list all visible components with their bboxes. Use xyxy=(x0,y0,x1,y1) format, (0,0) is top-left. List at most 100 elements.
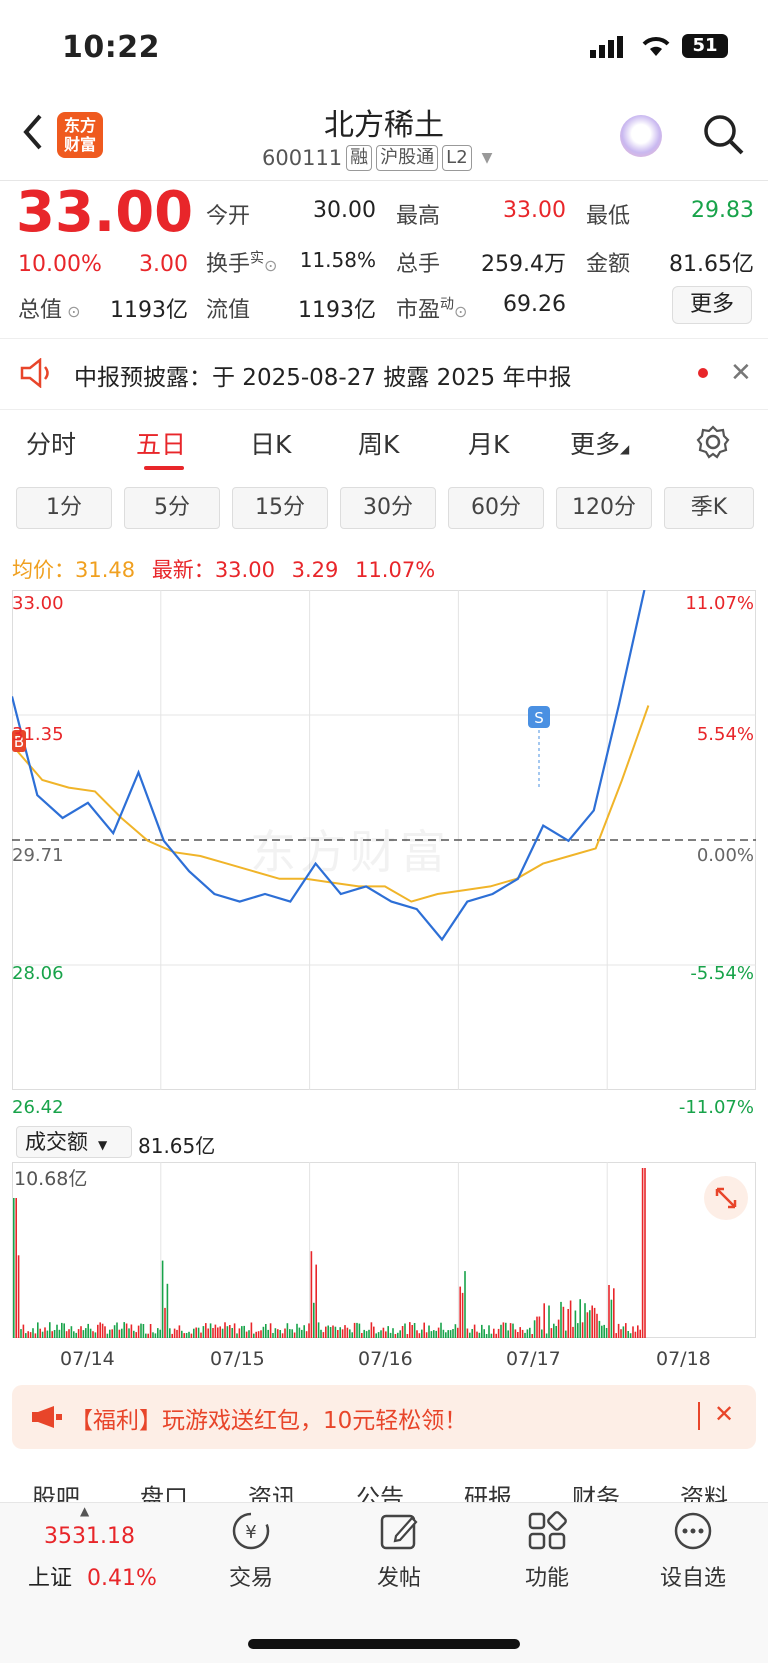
interval-15min[interactable]: 15分 xyxy=(232,487,328,529)
volume-bar xyxy=(577,1323,579,1338)
volume-bar xyxy=(99,1322,101,1338)
interval-120min[interactable]: 120分 xyxy=(556,487,652,529)
pct-axis-lower: -5.54% xyxy=(690,963,754,984)
volume-bar xyxy=(34,1333,37,1338)
volume-bar xyxy=(243,1325,245,1338)
volume-bar xyxy=(245,1331,248,1338)
volume-bar xyxy=(248,1330,250,1338)
volume-bar xyxy=(617,1323,620,1338)
volume-bar xyxy=(485,1334,488,1338)
watchlist-icon[interactable] xyxy=(672,1510,714,1556)
date-label-0715: 07/15 xyxy=(210,1348,265,1370)
tab-more[interactable]: 更多◢ xyxy=(570,425,629,461)
interval-1min[interactable]: 1分 xyxy=(16,487,112,529)
volume-bar xyxy=(416,1330,418,1338)
volume-bar xyxy=(332,1325,334,1338)
volume-bar xyxy=(327,1325,329,1338)
interval-quarter-k[interactable]: 季K xyxy=(664,487,754,529)
apps-icon[interactable] xyxy=(526,1510,568,1556)
volume-bar xyxy=(80,1326,82,1338)
volume-bar xyxy=(116,1322,118,1338)
notice-close-icon[interactable]: ✕ xyxy=(730,358,752,388)
volume-bar xyxy=(569,1300,572,1338)
volume-bar xyxy=(389,1332,392,1338)
interval-60min[interactable]: 60分 xyxy=(448,487,544,529)
interval-5min[interactable]: 5分 xyxy=(124,487,220,529)
volume-bar xyxy=(233,1323,236,1338)
notice-dot xyxy=(698,368,708,378)
volume-bar xyxy=(495,1333,497,1338)
dropdown-icon[interactable]: ▼ xyxy=(482,150,493,166)
robot-avatar-icon[interactable] xyxy=(620,115,662,157)
nav-add-watchlist[interactable]: 设自选 xyxy=(648,1560,738,1592)
nav-functions[interactable]: 功能 xyxy=(502,1560,592,1592)
volume-bar xyxy=(154,1333,157,1338)
more-button[interactable]: 更多 xyxy=(672,286,752,324)
search-icon[interactable] xyxy=(702,113,746,161)
index-value[interactable]: 3531.18 xyxy=(44,1524,135,1549)
nav-trade[interactable]: 交易 xyxy=(206,1560,296,1592)
interval-30min[interactable]: 30分 xyxy=(340,487,436,529)
volume-bar xyxy=(610,1299,613,1338)
trade-icon[interactable]: ¥ xyxy=(230,1510,272,1556)
volume-bar xyxy=(622,1326,625,1338)
tab-intraday[interactable]: 分时 xyxy=(26,425,76,461)
nav-post[interactable]: 发帖 xyxy=(354,1560,444,1592)
volume-bar xyxy=(303,1325,305,1338)
volume-bar xyxy=(337,1330,339,1338)
volume-bar xyxy=(289,1329,291,1338)
volume-bar xyxy=(25,1333,27,1338)
volume-bar xyxy=(267,1329,269,1338)
volume-bar xyxy=(442,1329,445,1338)
index-widget[interactable]: 上证 0.41% xyxy=(28,1560,157,1592)
volume-bar xyxy=(142,1324,145,1338)
volume-bar xyxy=(27,1331,29,1338)
volume-chart[interactable] xyxy=(12,1162,756,1342)
volume-bar xyxy=(197,1327,200,1338)
volume-bar xyxy=(394,1334,397,1338)
volume-bar xyxy=(608,1285,610,1338)
volume-bar xyxy=(565,1330,567,1338)
expand-icon[interactable] xyxy=(704,1176,748,1220)
volume-bar xyxy=(399,1330,401,1338)
volume-bar xyxy=(262,1326,265,1338)
banner-close-icon[interactable]: ✕ xyxy=(714,1400,734,1428)
legend-latest-change: 3.29 xyxy=(291,558,339,582)
volume-bar xyxy=(257,1331,260,1338)
volume-bar xyxy=(545,1333,548,1338)
post-icon[interactable] xyxy=(378,1510,420,1556)
volume-bar xyxy=(291,1329,293,1338)
volume-bar xyxy=(517,1332,519,1338)
volume-bar xyxy=(226,1326,229,1338)
volume-selector[interactable]: 成交额 ▼ xyxy=(16,1126,132,1158)
settings-gear-icon[interactable] xyxy=(696,425,730,463)
volume-bar xyxy=(392,1328,394,1338)
chart-watermark: 东方财富 xyxy=(250,825,450,879)
tab-weekly-k[interactable]: 周K xyxy=(358,425,399,461)
active-tab-indicator xyxy=(144,466,184,470)
volume-bar xyxy=(591,1305,593,1338)
volume-bar xyxy=(315,1264,317,1338)
sell-marker-label: S xyxy=(534,709,544,727)
volume-bar xyxy=(382,1327,385,1338)
megaphone-icon xyxy=(30,1404,64,1434)
volume-bar xyxy=(176,1329,178,1338)
volume-bar xyxy=(236,1333,238,1338)
volume-bar xyxy=(205,1323,207,1338)
price-axis-bottom: 26.42 xyxy=(12,1097,64,1118)
tab-five-day[interactable]: 五日 xyxy=(136,425,186,461)
volume-bar xyxy=(497,1328,500,1338)
volume-bar xyxy=(49,1322,51,1338)
volume-bar xyxy=(548,1305,550,1338)
volume-bar xyxy=(166,1283,169,1338)
volume-bar xyxy=(277,1329,279,1338)
volume-bar xyxy=(457,1327,459,1338)
volume-bar xyxy=(195,1327,197,1338)
volume-bar xyxy=(418,1333,421,1338)
tab-daily-k[interactable]: 日K xyxy=(250,425,291,461)
legend-latest: 33.00 xyxy=(214,558,275,582)
tab-monthly-k[interactable]: 月K xyxy=(468,425,509,461)
volume-bar xyxy=(425,1332,428,1338)
volume-bar xyxy=(574,1310,577,1338)
amount-label: 金额 xyxy=(586,252,631,277)
